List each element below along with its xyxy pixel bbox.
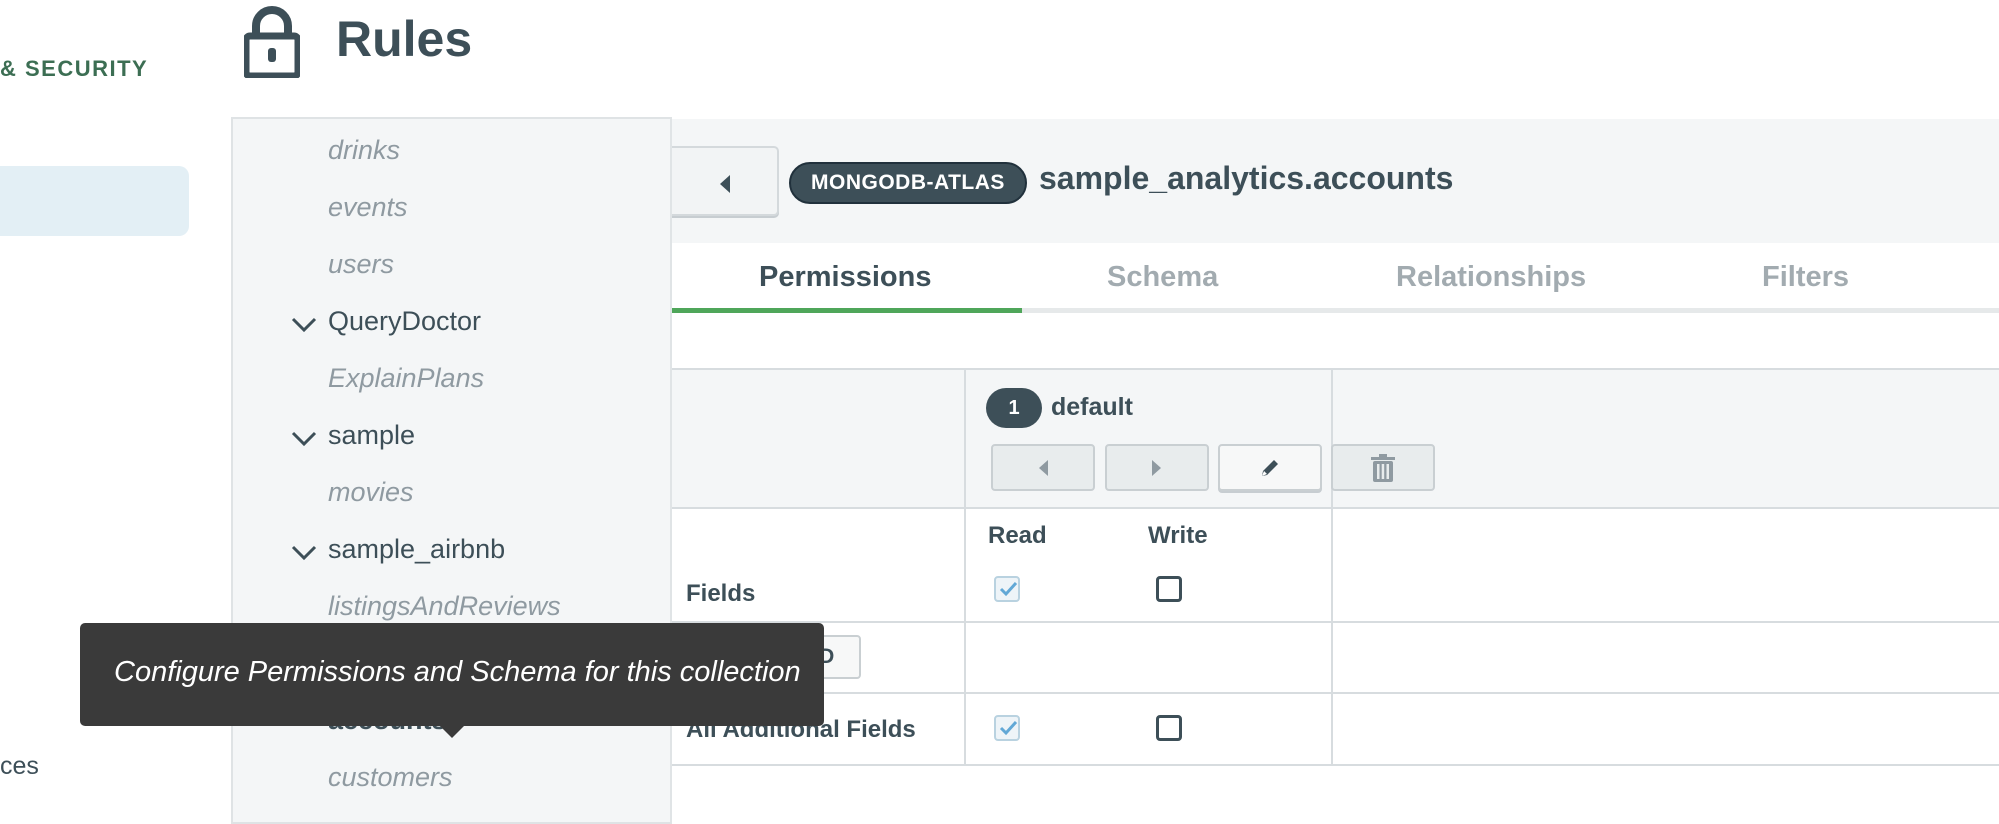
- lock-icon: [244, 6, 300, 78]
- tab-relationships[interactable]: Relationships: [1396, 261, 1586, 294]
- nav-section-security: & SECURITY: [0, 56, 149, 81]
- delete-role-button[interactable]: [1331, 444, 1435, 491]
- tree-item-collection[interactable]: customers: [328, 762, 453, 793]
- tree-item-collection[interactable]: listingsAndReviews: [328, 591, 561, 622]
- tree-item-collection[interactable]: events: [328, 192, 408, 223]
- collection-namespace: sample_analytics.accounts: [1039, 160, 1454, 196]
- data-source-badge: MONGODB-ATLAS: [789, 162, 1027, 204]
- table-divider: [672, 692, 1999, 694]
- tab-filters[interactable]: Filters: [1762, 261, 1849, 294]
- tab-schema[interactable]: Schema: [1107, 261, 1218, 294]
- tree-item-collection[interactable]: ExplainPlans: [328, 363, 484, 394]
- tab-permissions[interactable]: Permissions: [759, 261, 931, 294]
- additional-fields-read-checkbox[interactable]: [994, 715, 1020, 741]
- table-divider: [672, 764, 1999, 766]
- tree-item-collection[interactable]: movies: [328, 477, 414, 508]
- tooltip-text: Configure Permissions and Schema for thi…: [114, 656, 801, 688]
- tree-item-collection[interactable]: users: [328, 249, 394, 280]
- tree-item-database[interactable]: QueryDoctor: [328, 306, 481, 337]
- chevron-down-icon[interactable]: [291, 431, 317, 447]
- tree-item-collection[interactable]: drinks: [328, 135, 400, 166]
- caret-left-icon: [1039, 459, 1048, 476]
- trash-icon: [1371, 453, 1395, 482]
- row-label-fields: Fields: [686, 580, 756, 607]
- fields-write-checkbox[interactable]: [1156, 576, 1182, 602]
- rules-tabs: Permissions Schema Relationships Filters: [672, 243, 1999, 313]
- table-divider: [1331, 368, 1333, 765]
- table-divider: [672, 621, 1999, 623]
- tooltip-arrow: [438, 724, 466, 738]
- pencil-icon: [1262, 459, 1278, 476]
- column-header-write: Write: [1148, 522, 1208, 549]
- fields-read-checkbox[interactable]: [994, 576, 1020, 602]
- tree-item-database[interactable]: sample_airbnb: [328, 534, 505, 565]
- back-button[interactable]: [672, 146, 779, 216]
- check-icon: [999, 581, 1018, 597]
- table-divider: [964, 368, 966, 765]
- role-name[interactable]: default: [1051, 393, 1133, 422]
- check-icon: [999, 720, 1018, 736]
- column-header-read: Read: [988, 522, 1047, 549]
- nav-item-rules-active[interactable]: [0, 166, 189, 236]
- caret-left-icon: [720, 175, 730, 193]
- chevron-down-icon[interactable]: [291, 317, 317, 333]
- role-order-badge: 1: [986, 388, 1042, 428]
- table-divider: [672, 368, 1999, 370]
- table-divider: [672, 507, 1999, 509]
- edit-role-button[interactable]: [1218, 444, 1322, 491]
- move-role-right-button[interactable]: [1105, 444, 1209, 491]
- additional-fields-write-checkbox[interactable]: [1156, 715, 1182, 741]
- active-tab-indicator: [672, 308, 1022, 313]
- chevron-down-icon[interactable]: [291, 545, 317, 561]
- nav-item-partial[interactable]: ces: [0, 752, 39, 781]
- caret-right-icon: [1152, 459, 1161, 476]
- page-title: Rules: [336, 11, 473, 67]
- tree-item-database[interactable]: sample: [328, 420, 415, 451]
- move-role-left-button[interactable]: [991, 444, 1095, 491]
